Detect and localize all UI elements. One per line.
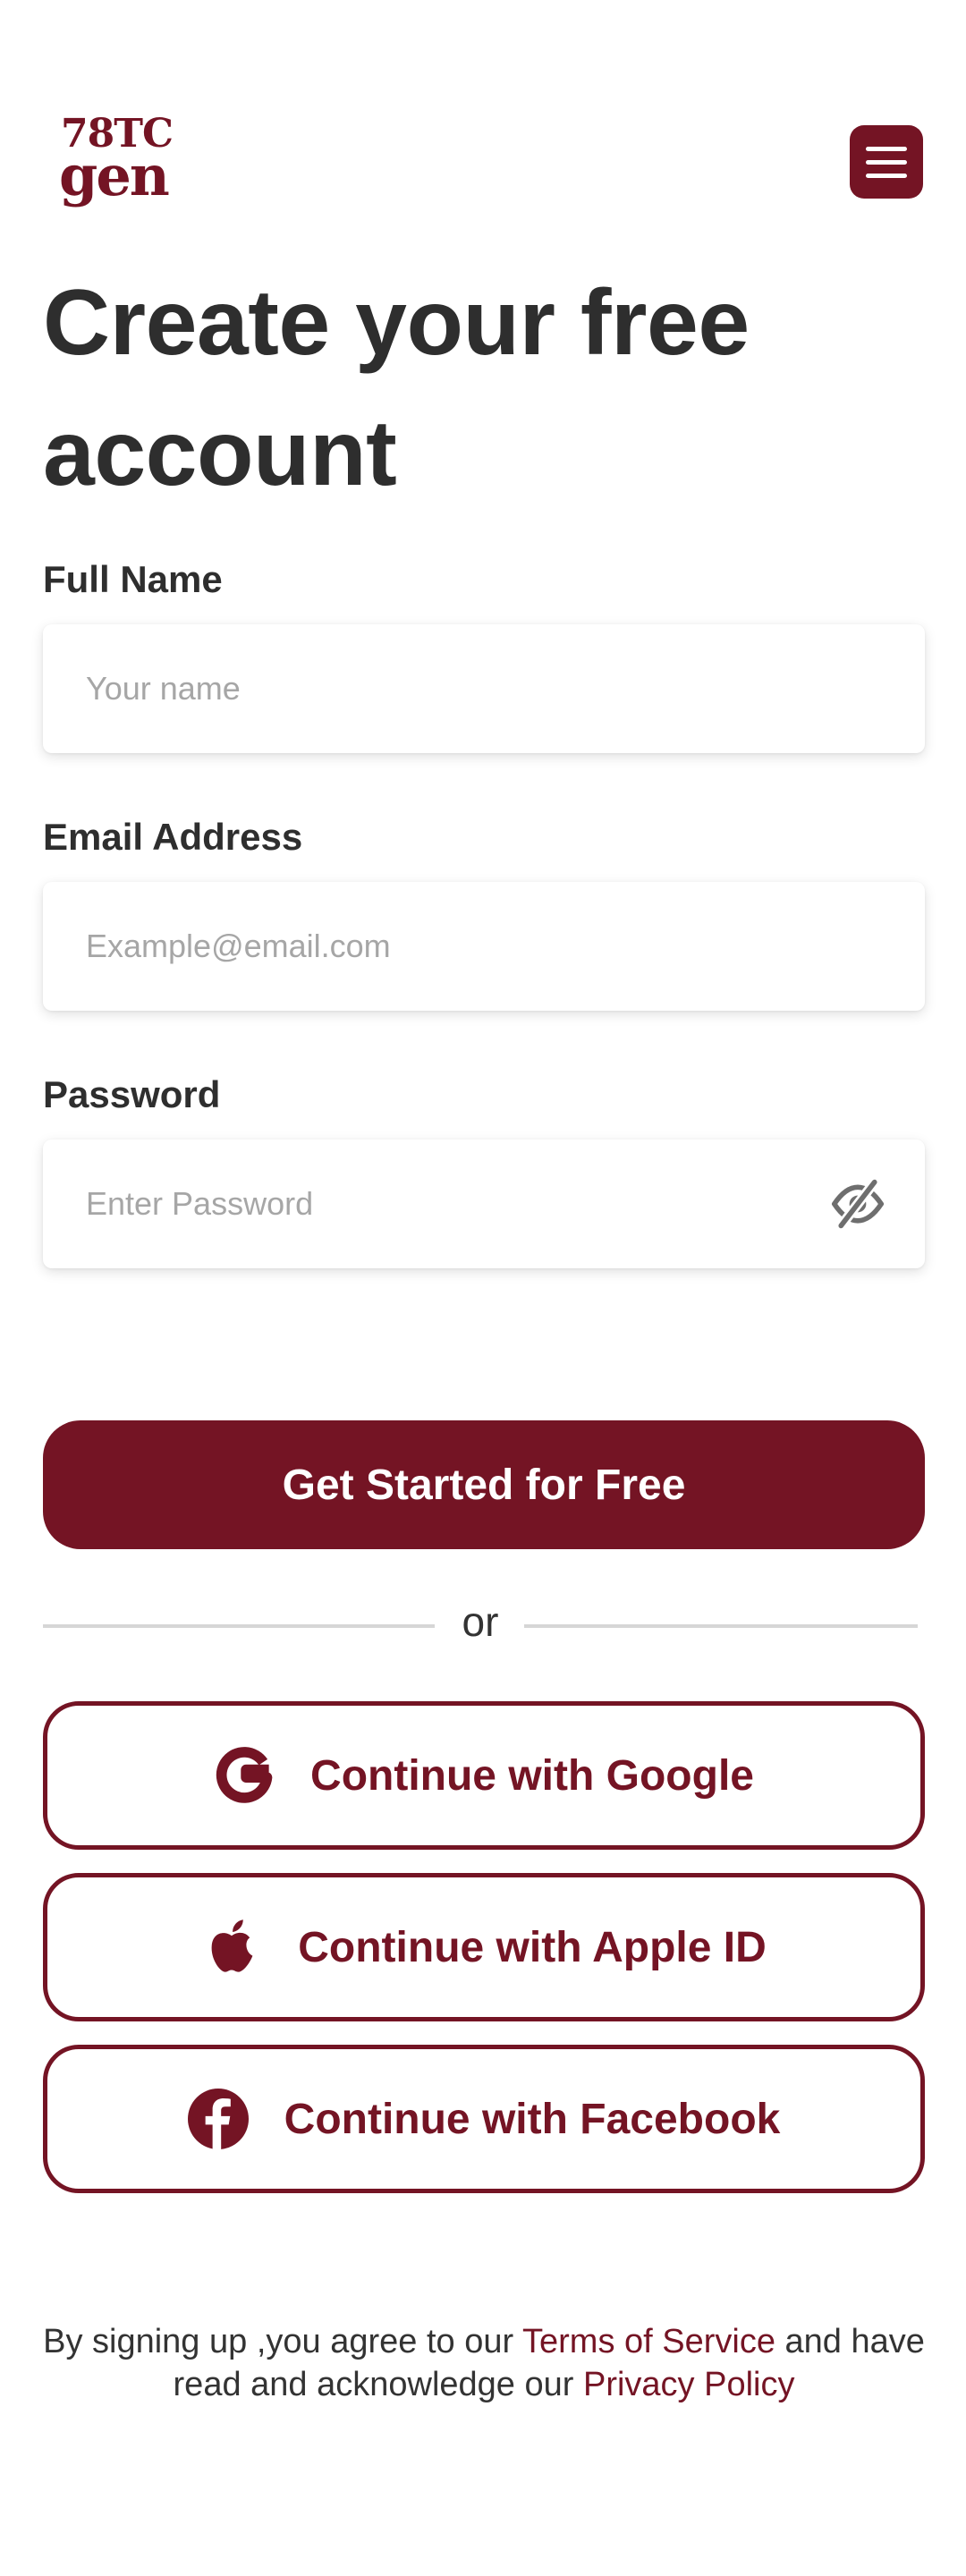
page-title: Create your free account [43, 258, 902, 519]
page-title-line-1: Create your free [43, 271, 750, 375]
page-title-line-2: account [43, 402, 397, 505]
continue-with-facebook-button[interactable]: Continue with Facebook [43, 2045, 925, 2193]
hamburger-menu-icon[interactable] [850, 125, 923, 199]
password-field-wrapper [43, 1140, 925, 1268]
menu-bar [866, 146, 907, 151]
menu-bar [866, 173, 907, 178]
apple-icon [211, 1919, 253, 1972]
full-name-field-wrapper [43, 624, 925, 753]
email-field-wrapper [43, 882, 925, 1011]
full-name-input[interactable] [43, 624, 925, 753]
divider-or-text: or [462, 1598, 499, 1645]
legal-text-1: By signing up ,you agree to our [43, 2323, 522, 2360]
legal-footer: By signing up ,you agree to our Terms of… [43, 2320, 925, 2406]
email-input[interactable] [43, 882, 925, 1011]
email-label: Email Address [43, 816, 303, 858]
google-button-label: Continue with Google [310, 1751, 754, 1800]
divider-line-right [524, 1624, 918, 1628]
continue-with-google-button[interactable]: Continue with Google [43, 1701, 925, 1850]
password-input[interactable] [43, 1140, 925, 1268]
divider-line-left [43, 1624, 435, 1628]
google-icon [216, 1747, 273, 1803]
terms-of-service-link[interactable]: Terms of Service [522, 2323, 775, 2360]
continue-with-apple-button[interactable]: Continue with Apple ID [43, 1873, 925, 2021]
brand-logo[interactable]: 78TC gen [59, 114, 184, 213]
header: 78TC gen [43, 107, 923, 224]
full-name-label: Full Name [43, 558, 223, 600]
password-label: Password [43, 1073, 221, 1115]
menu-bar [866, 159, 907, 165]
get-started-button[interactable]: Get Started for Free [43, 1420, 925, 1549]
facebook-button-label: Continue with Facebook [284, 2095, 781, 2143]
eye-off-icon[interactable] [830, 1177, 886, 1231]
facebook-icon [187, 2089, 249, 2149]
logo-text-bottom: gen [59, 143, 170, 208]
signup-page: 78TC gen Create your free account Full N… [0, 0, 966, 2576]
privacy-policy-link[interactable]: Privacy Policy [583, 2366, 795, 2403]
apple-button-label: Continue with Apple ID [298, 1923, 767, 1971]
